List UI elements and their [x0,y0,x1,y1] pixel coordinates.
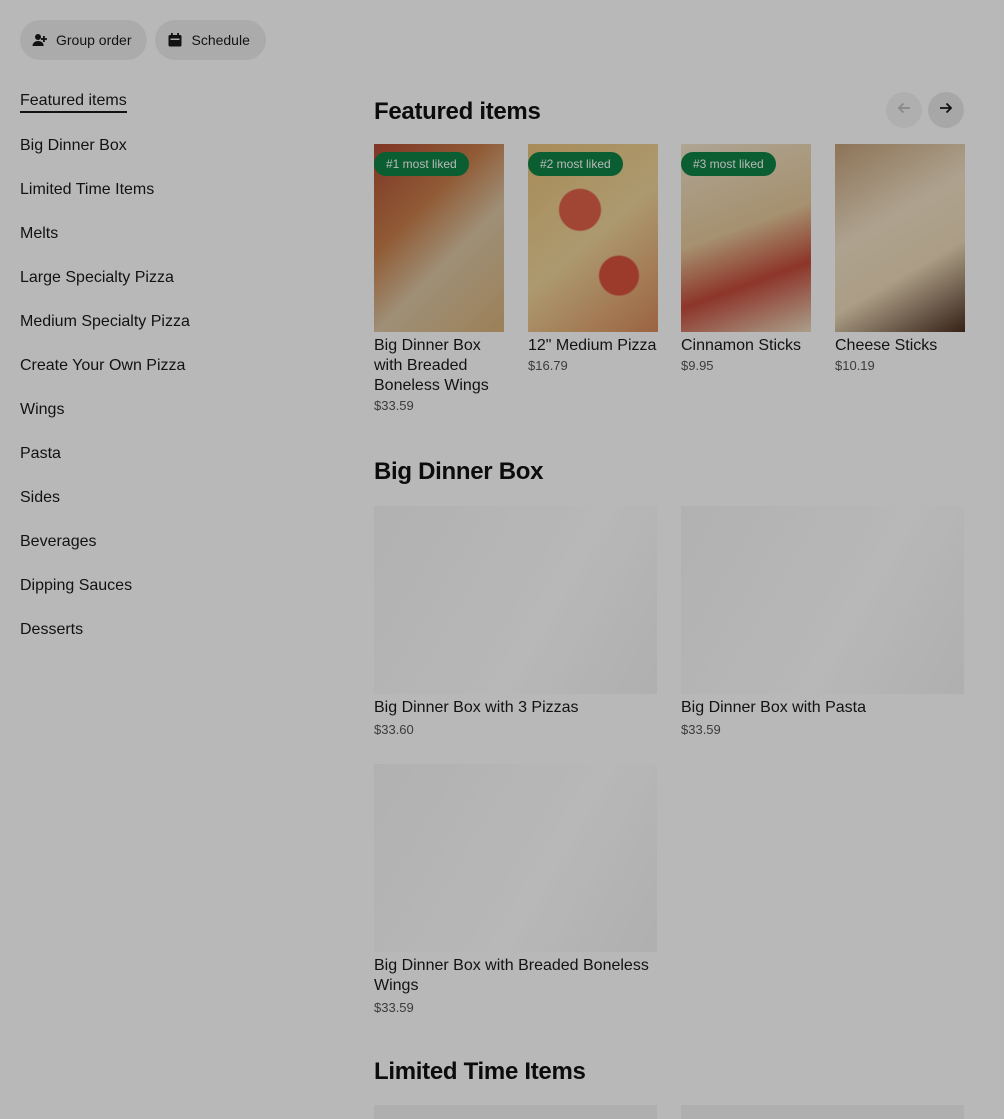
item-price: $33.59 [374,398,414,413]
item-price: $16.79 [528,358,568,373]
item-image-placeholder [374,764,657,952]
sidebar-item-label: Limited Time Items [20,181,155,198]
sidebar-item-beverages[interactable]: Beverages [20,520,340,564]
carousel-prev-button[interactable] [886,92,922,128]
sidebar-item-label: Featured items [20,92,127,113]
category-sidebar: Featured items Big Dinner Box Limited Ti… [20,80,340,652]
item-image [835,144,965,332]
item-name: Big Dinner Box with 3 Pizzas [374,699,579,716]
add-person-icon [32,32,48,48]
sidebar-item-create-your-own-pizza[interactable]: Create Your Own Pizza [20,344,340,388]
sidebar-item-featured-items[interactable]: Featured items [20,80,340,124]
item-image: #2 most liked [528,144,658,332]
sidebar-item-desserts[interactable]: Desserts [20,608,340,652]
item-price: $33.59 [374,1000,414,1015]
sidebar-item-melts[interactable]: Melts [20,212,340,256]
calendar-icon [167,32,183,48]
item-image-placeholder [681,506,964,694]
sidebar-item-label: Beverages [20,533,97,550]
menu-item-card[interactable]: Big Dinner Box with 3 Pizzas $33.60 [374,506,657,737]
featured-item-card[interactable]: #2 most liked 12" Medium Pizza $16.79 [528,144,658,373]
featured-item-card[interactable]: #3 most liked Cinnamon Sticks $9.95 [681,144,811,373]
sidebar-item-label: Dipping Sauces [20,577,133,594]
item-name: Big Dinner Box with Breaded Boneless Win… [374,957,649,994]
sidebar-item-medium-specialty-pizza[interactable]: Medium Specialty Pizza [20,300,340,344]
sidebar-item-label: Big Dinner Box [20,137,127,154]
sidebar-item-label: Pasta [20,445,61,462]
sidebar-item-limited-time-items[interactable]: Limited Time Items [20,168,340,212]
top-actions: Group order Schedule [20,20,266,60]
sidebar-item-large-specialty-pizza[interactable]: Large Specialty Pizza [20,256,340,300]
most-liked-badge: #2 most liked [528,152,623,176]
featured-item-card[interactable]: #1 most liked Big Dinner Box with Breade… [374,144,504,413]
item-name: Big Dinner Box with Breaded Boneless Win… [374,337,489,394]
item-image-placeholder [374,506,657,694]
most-liked-badge: #3 most liked [681,152,776,176]
featured-title: Featured items [374,98,541,125]
schedule-label: Schedule [191,32,250,48]
menu-item-card[interactable]: Big Dinner Box with Breaded Boneless Win… [374,764,657,1015]
item-image: #3 most liked [681,144,811,332]
item-name: Big Dinner Box with Pasta [681,699,866,716]
sidebar-item-label: Medium Specialty Pizza [20,313,190,330]
carousel-controls [886,92,964,128]
most-liked-badge: #1 most liked [374,152,469,176]
store-menu-page: Group order Schedule Featured items Big … [0,0,1004,1119]
limited-time-title: Limited Time Items [374,1058,586,1085]
sidebar-item-sides[interactable]: Sides [20,476,340,520]
item-name: Cinnamon Sticks [681,337,802,354]
item-image: #1 most liked [374,144,504,332]
menu-item-card[interactable] [374,1105,657,1119]
item-price: $33.59 [681,722,721,737]
menu-item-card[interactable]: Big Dinner Box with Pasta $33.59 [681,506,964,737]
menu-item-card[interactable] [681,1105,964,1119]
sidebar-item-label: Melts [20,225,59,242]
featured-item-card[interactable]: Cheese Sticks $10.19 [835,144,965,373]
item-price: $9.95 [681,358,714,373]
item-price: $33.60 [374,722,414,737]
featured-header: Featured items [374,96,964,128]
carousel-next-button[interactable] [928,92,964,128]
item-price: $10.19 [835,358,875,373]
arrow-right-icon [938,100,954,121]
sidebar-item-label: Wings [20,401,65,418]
sidebar-item-big-dinner-box[interactable]: Big Dinner Box [20,124,340,168]
group-order-button[interactable]: Group order [20,20,148,60]
item-name: 12" Medium Pizza [528,337,657,354]
schedule-button[interactable]: Schedule [155,20,266,60]
big-dinner-box-title: Big Dinner Box [374,458,544,485]
featured-carousel: #1 most liked Big Dinner Box with Breade… [374,144,965,434]
sidebar-item-label: Desserts [20,621,84,638]
sidebar-item-label: Create Your Own Pizza [20,357,186,374]
arrow-left-icon [896,100,912,121]
item-name: Cheese Sticks [835,337,938,354]
sidebar-item-wings[interactable]: Wings [20,388,340,432]
sidebar-item-dipping-sauces[interactable]: Dipping Sauces [20,564,340,608]
sidebar-item-label: Large Specialty Pizza [20,269,174,286]
sidebar-item-pasta[interactable]: Pasta [20,432,340,476]
group-order-label: Group order [56,32,132,48]
sidebar-item-label: Sides [20,489,61,506]
